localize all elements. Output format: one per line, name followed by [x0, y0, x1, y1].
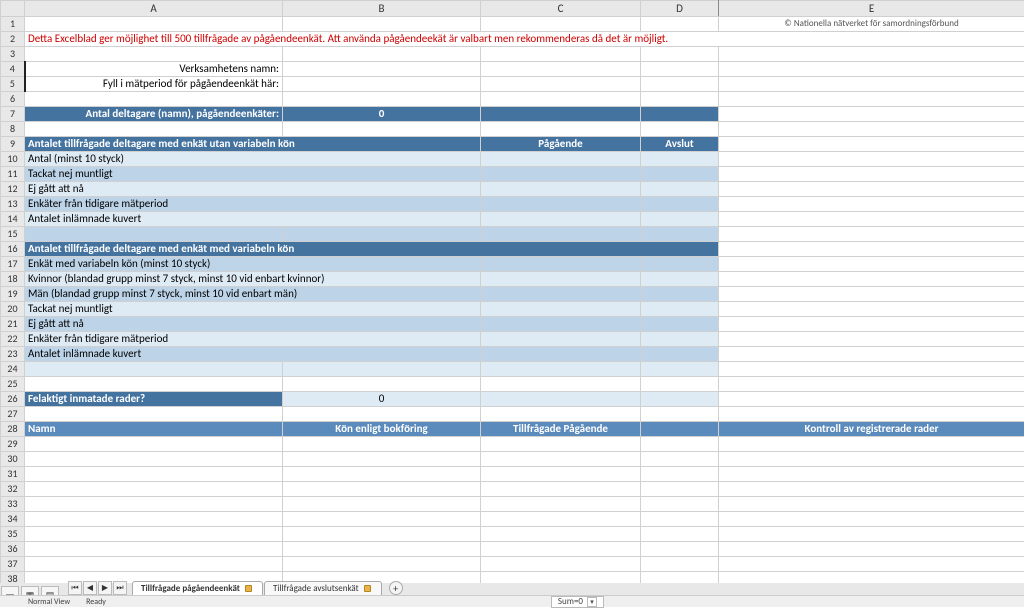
copyright-text: © Nationella nätverket för samordningsfö…	[719, 17, 1024, 32]
row-header[interactable]: 15	[1, 227, 25, 242]
row-header[interactable]: 33	[1, 497, 25, 512]
row-header[interactable]: 2	[1, 32, 25, 47]
sheet-tab-label: Tillfrågade pågåendeenkät	[141, 583, 240, 594]
row-header[interactable]: 22	[1, 332, 25, 347]
row-header[interactable]: 24	[1, 362, 25, 377]
view-mode-text: Normal View	[28, 597, 70, 607]
row-header[interactable]: 17	[1, 257, 25, 272]
felaktigt-value: 0	[283, 392, 481, 407]
antal-deltagare-value: 0	[283, 107, 481, 122]
col-pagaende: Pågående	[481, 137, 641, 152]
sheet-tab-label: Tillfrågade avslutsenkät	[273, 583, 359, 594]
row-header[interactable]: 34	[1, 512, 25, 527]
col-kontroll: Kontroll av registrerade rader	[719, 422, 1024, 437]
row21-label: Ej gått att nå	[25, 317, 481, 332]
tab-nav-last[interactable]: ⏭	[113, 581, 127, 595]
row-header[interactable]: 6	[1, 92, 25, 107]
lock-icon	[245, 585, 252, 592]
column-header-a[interactable]: A	[25, 1, 283, 17]
add-sheet-button[interactable]: +	[389, 581, 403, 595]
row22-label: Enkäter från tidigare mätperiod	[25, 332, 481, 347]
sheet-tab-other[interactable]: Tillfrågade avslutsenkät	[264, 581, 382, 595]
col-tillfragade: Tillfrågade Pågående	[481, 422, 641, 437]
column-header-d[interactable]: D	[641, 1, 719, 17]
row-header[interactable]: 20	[1, 302, 25, 317]
row-header[interactable]: 19	[1, 287, 25, 302]
sum-readout: Sum=0 ▾	[551, 596, 604, 608]
section1-title: Antalet tillfrågade deltagare med enkät …	[25, 137, 481, 152]
row-header[interactable]: 7	[1, 107, 25, 122]
input-verksamhet[interactable]	[283, 62, 481, 77]
lock-icon	[364, 585, 371, 592]
col-avslut: Avslut	[641, 137, 719, 152]
row12-label: Ej gått att nå	[25, 182, 481, 197]
row-header[interactable]: 27	[1, 407, 25, 422]
row-header[interactable]: 32	[1, 482, 25, 497]
row-header[interactable]: 29	[1, 437, 25, 452]
row10-label: Antal (minst 10 styck)	[25, 152, 481, 167]
select-all-corner[interactable]	[1, 1, 25, 17]
row18-label: Kvinnor (blandad grupp minst 7 styck, mi…	[25, 272, 481, 287]
row-header[interactable]: 13	[1, 197, 25, 212]
felaktigt-label: Felaktigt inmatade rader?	[25, 392, 283, 407]
row-header[interactable]: 1	[1, 17, 25, 32]
row-header[interactable]: 31	[1, 467, 25, 482]
row-header[interactable]: 28	[1, 422, 25, 437]
column-header-c[interactable]: C	[481, 1, 641, 17]
row20-label: Tackat nej muntligt	[25, 302, 481, 317]
col-kon: Kön enligt bokföring	[283, 422, 481, 437]
tab-nav-next[interactable]: ▶	[98, 581, 112, 595]
row-header[interactable]: 35	[1, 527, 25, 542]
row19-label: Män (blandad grupp minst 7 styck, minst …	[25, 287, 481, 302]
row14-label: Antalet inlämnade kuvert	[25, 212, 481, 227]
label-matperiod: Fyll i mätperiod för pågåendeenkät här:	[25, 77, 283, 92]
row13-label: Enkäter från tidigare mätperiod	[25, 197, 481, 212]
row-header[interactable]: 14	[1, 212, 25, 227]
section2-title: Antalet tillfrågade deltagare med enkät …	[25, 242, 719, 257]
row-header[interactable]: 4	[1, 62, 25, 77]
row-header[interactable]: 23	[1, 347, 25, 362]
status-ready: Ready	[86, 597, 106, 607]
row-header[interactable]: 25	[1, 377, 25, 392]
label-verksamhet: Verksamhetens namn:	[25, 62, 283, 77]
row-header[interactable]: 9	[1, 137, 25, 152]
row-header[interactable]: 8	[1, 122, 25, 137]
row-header[interactable]: 5	[1, 77, 25, 92]
row-header[interactable]: 10	[1, 152, 25, 167]
notice-text: Detta Excelblad ger möjlighet till 500 t…	[25, 32, 1024, 47]
column-header-row[interactable]: A B C D E	[1, 1, 1024, 17]
row-header[interactable]: 12	[1, 182, 25, 197]
tab-nav-prev[interactable]: ◀	[83, 581, 97, 595]
status-bar: ▭ ▦ ▤ ⏮ ◀ ▶ ⏭ Tillfrågade pågåendeenkät …	[0, 583, 1024, 607]
row-header[interactable]: 21	[1, 317, 25, 332]
row-header[interactable]: 38	[1, 572, 25, 584]
col-namn: Namn	[25, 422, 283, 437]
column-header-b[interactable]: B	[283, 1, 481, 17]
chevron-down-icon[interactable]: ▾	[587, 597, 597, 607]
row-header[interactable]: 36	[1, 542, 25, 557]
row-header[interactable]: 30	[1, 452, 25, 467]
input-matperiod[interactable]	[283, 77, 481, 92]
row11-label: Tackat nej muntligt	[25, 167, 481, 182]
row-header[interactable]: 3	[1, 47, 25, 62]
tab-nav-first[interactable]: ⏮	[68, 581, 82, 595]
row-header[interactable]: 16	[1, 242, 25, 257]
spreadsheet-grid[interactable]: A B C D E 1 © Nationella nätverket för s…	[0, 0, 1024, 583]
sheet-tab-active[interactable]: Tillfrågade pågåendeenkät	[132, 581, 263, 595]
row23-label: Antalet inlämnade kuvert	[25, 347, 481, 362]
row17-label: Enkät med variabeln kön (minst 10 styck)	[25, 257, 481, 272]
antal-deltagare-label: Antal deltagare (namn), pågåendeenkäter:	[25, 107, 283, 122]
row-header[interactable]: 26	[1, 392, 25, 407]
row-header[interactable]: 37	[1, 557, 25, 572]
column-header-e[interactable]: E	[719, 1, 1024, 17]
cell[interactable]	[25, 17, 283, 32]
row-header[interactable]: 18	[1, 272, 25, 287]
row-header[interactable]: 11	[1, 167, 25, 182]
